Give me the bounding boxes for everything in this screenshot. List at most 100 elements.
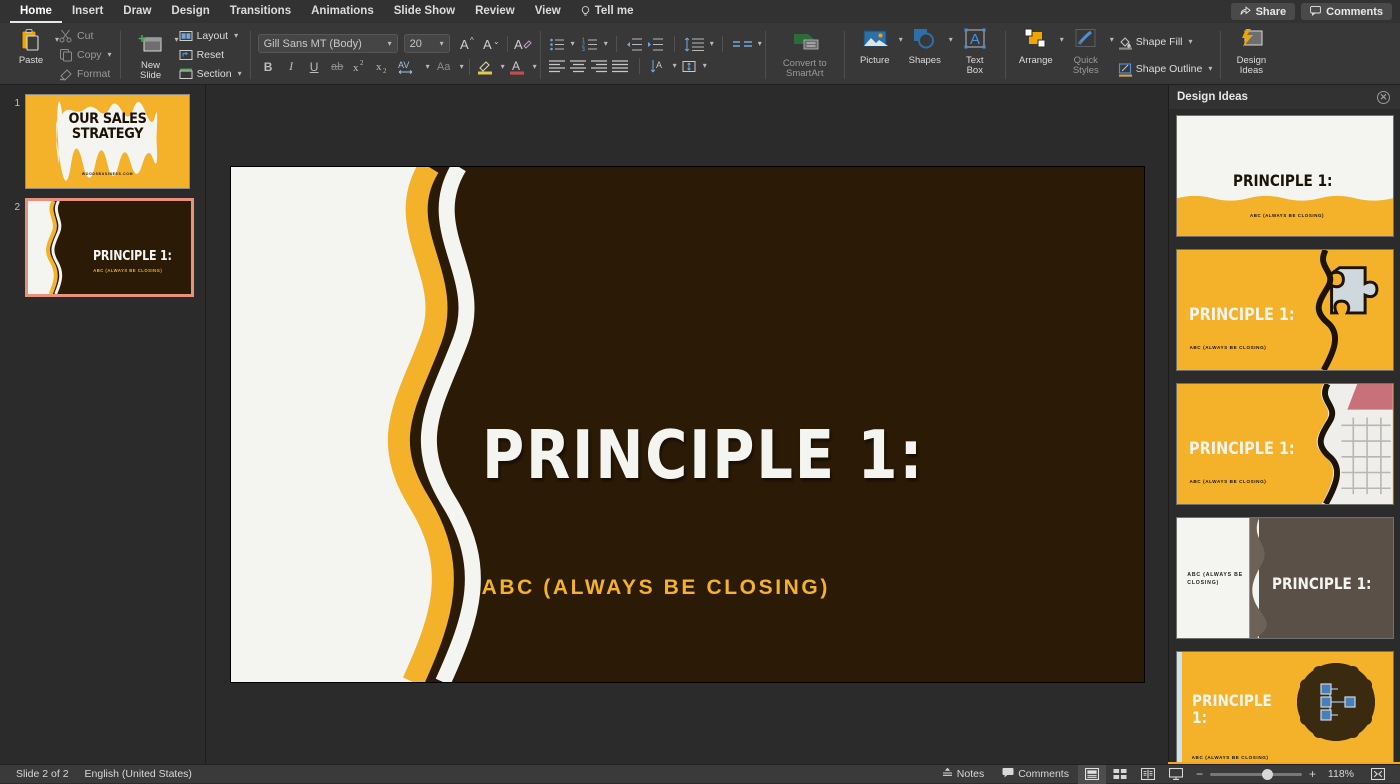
clear-formatting-button[interactable]: A [513,34,534,54]
arrange-button[interactable]: Arrange [1014,25,1058,66]
new-slide-button[interactable]: New Slide [129,25,173,81]
shapes-button[interactable]: Shapes [903,25,947,66]
zoom-in-button[interactable]: + [1309,768,1316,780]
strikethrough-button[interactable]: ab [327,57,348,77]
thumbnail-row-2[interactable]: 2 PRINCIPLE 1: ABC (ALWAYS BE CLOSING) [0,195,205,303]
decrease-indent-button[interactable] [625,35,645,53]
font-size-select[interactable]: 20 ▾ [403,34,450,53]
shape-outline-button[interactable]: Shape Outline ▾ [1118,59,1212,78]
bold-button[interactable]: B [258,57,279,77]
design-idea-card-5[interactable]: PRINCIPLE 1: ABC (ALWAYS BE CLOSING) [1175,651,1394,764]
close-icon[interactable]: ✕ [1377,90,1390,104]
font-name-select[interactable]: Gill Sans MT (Body) ▾ [257,34,398,53]
numbering-caret[interactable]: ▾ [604,40,608,48]
menu-item-home[interactable]: Home [10,0,62,23]
font-color-button[interactable]: A [507,57,529,77]
slide-title-text[interactable]: PRINCIPLE 1: [482,416,924,494]
menu-item-view[interactable]: View [525,0,571,23]
picture-button[interactable]: Picture [853,25,897,66]
slide-canvas-area[interactable]: PRINCIPLE 1: ABC (ALWAYS BE CLOSING) [206,85,1168,764]
shape-fill-caret[interactable]: ▾ [1189,37,1193,46]
text-box-button[interactable]: A Text Box [953,25,997,76]
underline-button[interactable]: U [304,57,325,77]
menu-item-review[interactable]: Review [465,0,525,23]
menu-item-insert[interactable]: Insert [62,0,113,23]
grow-font-button[interactable]: A ^ [458,34,479,54]
status-comments-button[interactable]: Comments [993,765,1078,784]
italic-button[interactable]: I [281,57,302,77]
justify-button[interactable] [611,57,631,75]
zoom-slider[interactable]: − + [1190,768,1322,780]
align-right-button[interactable] [590,57,610,75]
menu-item-transitions[interactable]: Transitions [220,0,301,23]
language-label[interactable]: English (United States) [85,768,192,780]
cut-button[interactable]: Cut [59,27,112,46]
shape-fill-button[interactable]: Shape Fill ▾ [1118,32,1213,51]
view-slide-sorter-button[interactable] [1106,765,1134,784]
change-case-button[interactable]: Aa [432,57,456,77]
slide-editor[interactable]: PRINCIPLE 1: ABC (ALWAYS BE CLOSING) [230,167,1144,682]
text-highlight-caret[interactable]: ▾ [501,62,505,71]
design-idea-card-1[interactable]: PRINCIPLE 1: ABC (ALWAYS BE CLOSING) [1175,115,1394,237]
layout-button[interactable]: Layout ▾ [179,27,242,46]
view-slideshow-button[interactable] [1162,765,1190,784]
zoom-handle[interactable] [1261,768,1273,780]
increase-indent-button[interactable] [646,35,666,53]
reset-button[interactable]: Reset [179,46,242,65]
format-painter-button[interactable]: Format [59,64,112,83]
section-button[interactable]: Section ▾ [179,64,242,83]
shrink-font-button[interactable]: A ⌄ [481,34,502,54]
bullets-caret[interactable]: ▾ [571,40,575,48]
design-idea-card-2[interactable]: PRINCIPLE 1: ABC (ALWAYS BE CLOSING) [1175,249,1394,371]
zoom-out-button[interactable]: − [1196,768,1203,780]
copy-button[interactable]: Copy ▾ [59,46,112,65]
slide-thumbnail-pane[interactable]: 1 OUR SALES STRATEGY WOODSBUSINESS.COM 2 [0,85,206,764]
text-highlight-button[interactable] [475,57,497,77]
paste-button[interactable]: Paste [9,25,53,66]
thumbnail-row-1[interactable]: 1 OUR SALES STRATEGY WOODSBUSINESS.COM [0,91,205,195]
fit-to-window-button[interactable] [1364,765,1392,784]
comments-button[interactable]: Comments [1301,3,1392,20]
text-direction-button[interactable]: A [648,57,670,75]
shape-outline-caret[interactable]: ▾ [1208,64,1212,73]
menu-item-draw[interactable]: Draw [113,0,161,23]
superscript-button[interactable]: x2 [350,57,371,77]
convert-to-smartart-button[interactable]: Convert to SmartArt [774,25,836,79]
layout-dropdown-caret[interactable]: ▾ [234,32,238,40]
menu-item-design[interactable]: Design [161,0,219,23]
menu-item-animations[interactable]: Animations [301,0,384,23]
design-idea-card-4[interactable]: PRINCIPLE 1: ABC (ALWAYS BE CLOSING) [1175,517,1394,639]
zoom-level-label[interactable]: 118% [1322,768,1354,780]
align-text-caret[interactable]: ▾ [703,62,707,70]
align-left-button[interactable] [548,57,568,75]
slide-thumbnail-1[interactable]: OUR SALES STRATEGY WOODSBUSINESS.COM [25,94,190,189]
design-ideas-button[interactable]: Design Ideas [1229,25,1273,76]
align-text-button[interactable] [678,57,700,75]
subscript-button[interactable]: x2 [373,57,394,77]
character-spacing-caret[interactable]: ▾ [426,62,430,71]
change-case-caret[interactable]: ▾ [460,62,464,71]
copy-dropdown-caret[interactable]: ▾ [108,51,112,59]
view-normal-button[interactable] [1077,764,1106,784]
align-center-button[interactable] [569,57,589,75]
text-direction-caret[interactable]: ▾ [673,62,677,70]
view-reading-button[interactable] [1134,765,1162,784]
tell-me-button[interactable]: Tell me [571,0,644,23]
slide-thumbnail-2[interactable]: PRINCIPLE 1: ABC (ALWAYS BE CLOSING) [25,198,194,297]
columns-caret[interactable]: ▾ [758,40,762,48]
line-spacing-caret[interactable]: ▾ [710,40,714,48]
quick-styles-button[interactable]: Quick Styles [1064,25,1108,76]
section-dropdown-caret[interactable]: ▾ [238,69,242,78]
bullets-button[interactable] [548,35,568,53]
design-ideas-pane[interactable]: Design Ideas ✕ PRINCIPLE 1: ABC (ALWAYS … [1168,85,1400,764]
character-spacing-button[interactable]: AV [396,57,422,77]
columns-button[interactable] [731,35,755,53]
zoom-track[interactable] [1209,768,1302,780]
font-color-caret[interactable]: ▾ [533,62,537,71]
numbering-button[interactable]: 123 [581,35,601,53]
design-idea-card-3[interactable]: PRINCIPLE 1: ABC (ALWAYS BE CLOSING) [1175,383,1394,505]
notes-button[interactable]: Notes [933,765,993,784]
menu-item-slide-show[interactable]: Slide Show [384,0,465,23]
share-button[interactable]: Share [1230,3,1296,20]
slide-subtitle-text[interactable]: ABC (ALWAYS BE CLOSING) [482,576,830,600]
